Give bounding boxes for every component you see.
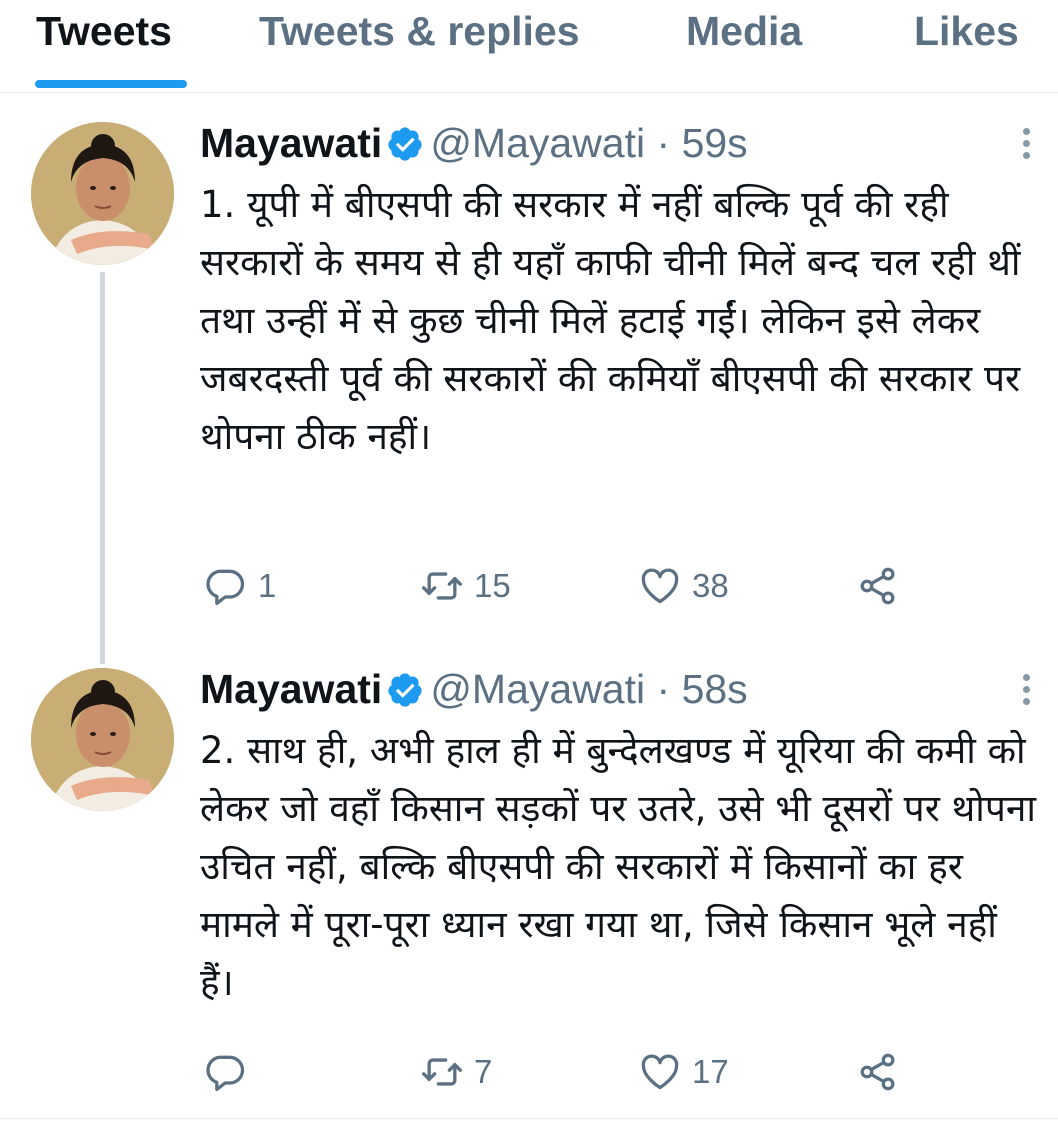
share-button[interactable] bbox=[856, 561, 900, 611]
verified-badge-icon bbox=[388, 673, 422, 707]
retweet-count: 15 bbox=[474, 567, 511, 604]
active-tab-indicator bbox=[35, 80, 187, 88]
tweet-actions: 1 15 38 bbox=[200, 561, 1020, 611]
retweet-icon bbox=[422, 1058, 462, 1086]
reply-button[interactable] bbox=[204, 1047, 258, 1097]
reply-icon bbox=[206, 1055, 245, 1092]
tweet-header: Mayawati @Mayawati · 58s bbox=[200, 664, 748, 714]
author-name[interactable]: Mayawati bbox=[200, 120, 382, 166]
tweet-text: 1. यूपी में बीएसपी की सरकार में नहीं बल्… bbox=[200, 183, 1021, 458]
like-button[interactable]: 17 bbox=[638, 1047, 729, 1097]
heart-icon bbox=[641, 1054, 679, 1090]
profile-tabs: Tweets Tweets & replies Media Likes bbox=[0, 0, 1058, 93]
tweet-actions: 7 17 bbox=[200, 1047, 1020, 1097]
share-icon bbox=[860, 1053, 895, 1091]
tab-media[interactable]: Media bbox=[686, 6, 802, 56]
tweet-divider bbox=[0, 1118, 1058, 1119]
timestamp[interactable]: 58s bbox=[682, 666, 748, 712]
tweet-header: Mayawati @Mayawati · 59s bbox=[200, 118, 748, 168]
retweet-button[interactable]: 7 bbox=[420, 1047, 492, 1097]
verified-badge-icon bbox=[388, 127, 422, 161]
tab-tweets-and-replies[interactable]: Tweets & replies bbox=[259, 6, 580, 56]
avatar[interactable] bbox=[31, 122, 174, 265]
reply-count: 1 bbox=[258, 567, 277, 604]
author-handle[interactable]: @Mayawati bbox=[430, 666, 645, 712]
retweet-count: 7 bbox=[474, 1053, 493, 1090]
retweet-button[interactable]: 15 bbox=[420, 561, 511, 611]
like-count: 17 bbox=[692, 1053, 729, 1090]
timestamp[interactable]: 59s bbox=[682, 120, 748, 166]
like-count: 38 bbox=[692, 567, 729, 604]
share-icon bbox=[860, 567, 895, 605]
thread-line bbox=[100, 272, 105, 664]
author-name[interactable]: Mayawati bbox=[200, 666, 382, 712]
reply-button[interactable]: 1 bbox=[204, 561, 276, 611]
like-button[interactable]: 38 bbox=[638, 561, 729, 611]
more-options-icon[interactable] bbox=[1016, 670, 1036, 710]
tab-tweets[interactable]: Tweets bbox=[36, 6, 172, 56]
more-options-icon[interactable] bbox=[1016, 124, 1036, 164]
retweet-icon bbox=[422, 572, 462, 600]
tweet-text: 2. साथ ही, अभी हाल ही में बुन्देलखण्ड मे… bbox=[200, 729, 1036, 1004]
avatar[interactable] bbox=[31, 668, 174, 811]
reply-icon bbox=[206, 569, 245, 606]
avatar-image bbox=[31, 668, 174, 811]
separator-dot: · bbox=[656, 666, 671, 712]
author-handle[interactable]: @Mayawati bbox=[430, 120, 645, 166]
share-button[interactable] bbox=[856, 1047, 900, 1097]
heart-icon bbox=[641, 568, 679, 604]
tab-likes[interactable]: Likes bbox=[914, 6, 1019, 56]
avatar-image bbox=[31, 122, 174, 265]
separator-dot: · bbox=[656, 120, 671, 166]
